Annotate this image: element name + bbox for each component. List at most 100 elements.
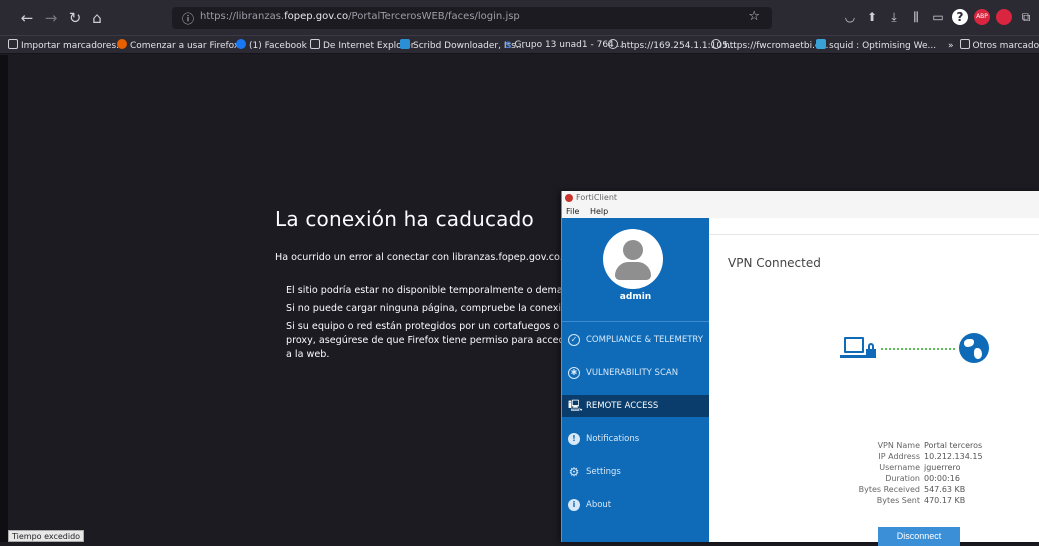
globe-icon bbox=[608, 39, 618, 49]
download-icon[interactable]: ⤓ bbox=[886, 9, 902, 25]
globe-icon bbox=[959, 333, 989, 363]
laptop-icon bbox=[844, 337, 864, 353]
bookmark-item[interactable]: squid : Optimising We... bbox=[816, 39, 936, 51]
detail-value: 10.212.134.15 bbox=[924, 452, 983, 461]
extensions-icon[interactable]: ⬆ bbox=[864, 9, 880, 25]
nav-settings[interactable]: ⚙ Settings bbox=[562, 461, 709, 483]
menu-file[interactable]: File bbox=[566, 207, 579, 216]
detail-row: VPN Name Portal terceros bbox=[809, 440, 983, 451]
bookmark-item[interactable]: https://fwcromaetbi.c... bbox=[711, 39, 829, 51]
forticlient-window: FortiClient File Help admin ✓ COMPLIANCE… bbox=[561, 191, 1039, 546]
home-icon[interactable]: ⌂ bbox=[88, 9, 106, 27]
back-icon[interactable]: ← bbox=[18, 9, 36, 27]
compliance-icon: ✓ bbox=[568, 334, 580, 346]
nav-vulnerability-scan[interactable]: ✱ VULNERABILITY SCAN bbox=[562, 362, 709, 384]
nav-about[interactable]: i About bbox=[562, 494, 709, 516]
sidebar-icon[interactable]: ▭ bbox=[930, 9, 946, 25]
nav-settings-label: Settings bbox=[586, 467, 621, 477]
remote-access-icon: 🖳 bbox=[568, 399, 583, 412]
forticlient-sidebar: admin ✓ COMPLIANCE & TELEMETRY ✱ VULNERA… bbox=[562, 218, 709, 542]
username-label: admin bbox=[619, 292, 652, 302]
notifications-icon: ! bbox=[568, 433, 580, 445]
url-bar[interactable]: ⓘ https://libranzas.fopep.gov.co/PortalT… bbox=[172, 7, 772, 29]
forticlient-main: VPN Connected VPN Name Portal terceros IP… bbox=[709, 218, 1039, 546]
more-bookmarks[interactable]: »Otros marcadores bbox=[948, 39, 1039, 51]
squid-icon bbox=[816, 39, 826, 49]
nav-vulnerability-label: VULNERABILITY SCAN bbox=[586, 368, 679, 378]
disconnect-button[interactable]: Disconnect bbox=[878, 527, 960, 546]
detail-value: 00:00:16 bbox=[924, 474, 960, 483]
detail-label: IP Address bbox=[878, 452, 920, 461]
chevron-right-icon: » bbox=[948, 41, 954, 51]
window-title-bar: FortiClient bbox=[562, 191, 1039, 205]
adblock-icon[interactable]: ABP bbox=[974, 9, 990, 25]
nav-compliance[interactable]: ✓ COMPLIANCE & TELEMETRY bbox=[562, 329, 709, 351]
detail-label: Bytes Received bbox=[858, 485, 920, 494]
globe-icon bbox=[711, 39, 721, 49]
detail-label: Bytes Sent bbox=[876, 496, 920, 505]
error-bullet: El sitio podría estar no disponible temp… bbox=[286, 284, 576, 298]
detail-label: Username bbox=[879, 463, 920, 472]
library-icon[interactable]: ⫼ bbox=[908, 9, 924, 25]
detail-value: jguerrero bbox=[924, 463, 961, 472]
vulnerability-icon: ✱ bbox=[568, 367, 580, 379]
globe-land bbox=[964, 339, 974, 347]
folder-icon bbox=[310, 39, 320, 49]
vpn-connection-graphic bbox=[840, 333, 1004, 373]
detail-value: 547.63 KB bbox=[924, 485, 966, 494]
detail-value: Portal terceros bbox=[924, 441, 983, 450]
avatar-head bbox=[623, 240, 643, 260]
menu-help[interactable]: Help bbox=[590, 207, 608, 216]
connection-dots bbox=[880, 348, 956, 350]
lock-body bbox=[866, 349, 876, 358]
vpn-details: VPN Name Portal terceros IP Address 10.212… bbox=[809, 440, 983, 506]
nav-notifications[interactable]: ! Notifications bbox=[562, 428, 709, 450]
firefox-icon bbox=[117, 39, 127, 49]
error-title: La conexión ha caducado bbox=[275, 207, 534, 231]
bookmark-star-icon[interactable]: ☆ bbox=[748, 9, 760, 24]
nav-compliance-label: COMPLIANCE & TELEMETRY bbox=[586, 335, 703, 345]
nav-about-label: About bbox=[586, 500, 612, 510]
detail-row: Duration 00:00:16 bbox=[809, 473, 983, 484]
globe-land bbox=[974, 348, 982, 359]
nav-remote-access[interactable]: 🖳 REMOTE ACCESS bbox=[562, 395, 709, 417]
scribd-icon bbox=[400, 39, 410, 49]
detail-row: Bytes Sent 470.17 KB bbox=[809, 495, 983, 506]
settings-icon: ⚙ bbox=[568, 465, 580, 479]
forward-icon[interactable]: → bbox=[42, 9, 60, 27]
facebook-icon bbox=[236, 39, 246, 49]
detail-row: IP Address 10.212.134.15 bbox=[809, 451, 983, 462]
detail-row: Username jguerrero bbox=[809, 462, 983, 473]
reload-icon[interactable]: ↻ bbox=[66, 9, 84, 27]
import-icon bbox=[8, 39, 18, 49]
grupo-icon: S bbox=[505, 41, 512, 51]
avatar-body bbox=[615, 262, 651, 280]
bookmarks-bar: Importar marcadores... Comenzar a usar F… bbox=[0, 36, 1039, 54]
avatar bbox=[603, 229, 663, 289]
addon-icon[interactable] bbox=[996, 9, 1012, 25]
bookmark-item[interactable]: De Internet Explorer bbox=[310, 39, 414, 51]
window-title: FortiClient bbox=[576, 193, 618, 202]
error-bullet: Si no puede cargar ninguna página, compr… bbox=[286, 302, 576, 316]
status-tooltip: Tiempo excedido bbox=[8, 530, 85, 542]
forticlient-logo-icon bbox=[565, 194, 573, 202]
vpn-status: VPN Connected bbox=[728, 256, 821, 270]
error-description: Ha ocurrido un error al conectar con lib… bbox=[275, 252, 563, 263]
error-bullets: El sitio podría estar no disponible temp… bbox=[286, 284, 576, 366]
about-icon: i bbox=[568, 499, 580, 511]
sidebar-divider bbox=[562, 321, 709, 322]
nav-remote-access-label: REMOTE ACCESS bbox=[586, 401, 659, 411]
header-divider bbox=[709, 234, 1039, 235]
screenshot-icon[interactable]: ⧉ bbox=[1018, 9, 1034, 25]
bookmark-item[interactable]: (1) Facebook bbox=[236, 39, 307, 51]
help-icon[interactable]: ? bbox=[952, 9, 968, 25]
info-icon[interactable]: ⓘ bbox=[182, 10, 194, 27]
bookmark-item[interactable]: Comenzar a usar Firefox bbox=[117, 39, 239, 51]
detail-value: 470.17 KB bbox=[924, 496, 966, 505]
menu-bar: File Help bbox=[562, 205, 1039, 218]
url-text[interactable]: https://libranzas.fopep.gov.co/PortalTer… bbox=[200, 11, 520, 22]
left-edge bbox=[0, 55, 8, 542]
pocket-icon[interactable]: ◡ bbox=[842, 9, 858, 25]
folder-icon bbox=[959, 39, 970, 49]
bookmark-item[interactable]: Importar marcadores... bbox=[8, 39, 125, 51]
